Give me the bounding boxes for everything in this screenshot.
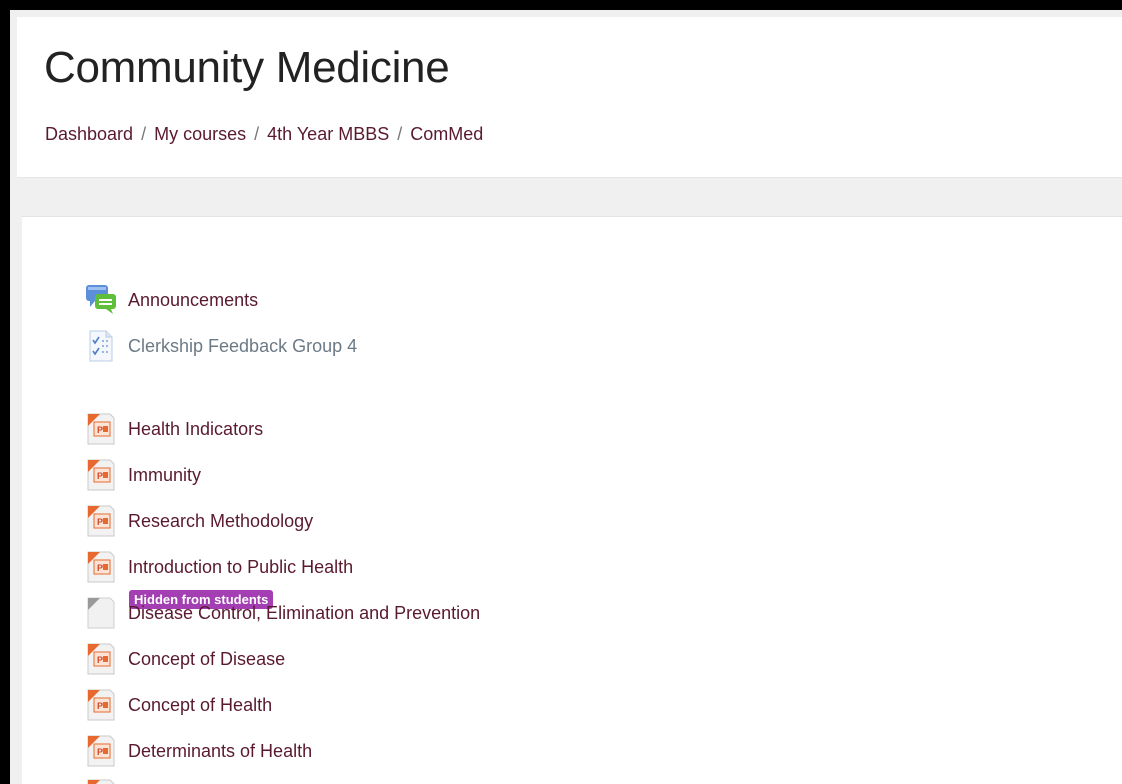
activity-label[interactable]: Introduction to Public Health	[128, 557, 353, 578]
powerpoint-icon: P	[84, 642, 118, 676]
powerpoint-icon: P	[84, 734, 118, 768]
activity-clerkship-feedback[interactable]: Clerkship Feedback Group 4	[84, 329, 357, 363]
feedback-icon	[84, 329, 118, 363]
activity-label[interactable]: Determinants of Health	[128, 741, 312, 762]
activity-immunity[interactable]: P Immunity	[84, 458, 201, 492]
activity-partial-next[interactable]	[84, 778, 118, 784]
svg-text:P: P	[97, 425, 103, 435]
activity-announcements[interactable]: Announcements	[84, 283, 258, 317]
activity-research-methodology[interactable]: P Research Methodology	[84, 504, 313, 538]
activity-label[interactable]: Health Indicators	[128, 419, 263, 440]
page-frame: Community Medicine Dashboard / My course…	[10, 10, 1122, 784]
activity-intro-public-health[interactable]: P Introduction to Public Health	[84, 550, 353, 584]
powerpoint-icon: P	[84, 504, 118, 538]
activity-concept-of-disease[interactable]: P Concept of Disease	[84, 642, 285, 676]
breadcrumb-4th-year-mbbs[interactable]: 4th Year MBBS	[267, 124, 389, 145]
breadcrumb-separator: /	[397, 124, 403, 144]
breadcrumb-commed[interactable]: ComMed	[410, 124, 483, 145]
svg-text:P: P	[97, 655, 103, 665]
svg-text:P: P	[97, 471, 103, 481]
svg-text:P: P	[97, 747, 103, 757]
breadcrumb-separator: /	[141, 124, 147, 144]
activity-disease-control[interactable]: Disease Control, Elimination and Prevent…	[84, 596, 480, 630]
activity-label[interactable]: Research Methodology	[128, 511, 313, 532]
page-header: Community Medicine Dashboard / My course…	[17, 17, 1122, 178]
activity-label[interactable]: Clerkship Feedback Group 4	[128, 336, 357, 357]
powerpoint-icon	[84, 778, 118, 784]
powerpoint-icon: P	[84, 412, 118, 446]
activity-label[interactable]: Disease Control, Elimination and Prevent…	[128, 603, 480, 624]
powerpoint-icon: P	[84, 550, 118, 584]
breadcrumb-dashboard[interactable]: Dashboard	[45, 124, 133, 145]
breadcrumb-separator: /	[254, 124, 260, 144]
activity-determinants-of-health[interactable]: P Determinants of Health	[84, 734, 312, 768]
forum-icon	[84, 283, 118, 317]
svg-text:P: P	[97, 563, 103, 573]
activity-label[interactable]: Concept of Disease	[128, 649, 285, 670]
file-icon	[84, 596, 118, 630]
svg-text:P: P	[97, 517, 103, 527]
activity-label[interactable]: Announcements	[128, 290, 258, 311]
svg-text:P: P	[97, 701, 103, 711]
breadcrumb-my-courses[interactable]: My courses	[154, 124, 246, 145]
powerpoint-icon: P	[84, 688, 118, 722]
powerpoint-icon: P	[84, 458, 118, 492]
activity-label[interactable]: Concept of Health	[128, 695, 272, 716]
page-title: Community Medicine	[44, 43, 450, 92]
course-content: Announcements Clerkship Feedback Group 4…	[22, 216, 1122, 784]
activity-concept-of-health[interactable]: P Concept of Health	[84, 688, 272, 722]
breadcrumb: Dashboard / My courses / 4th Year MBBS /…	[45, 124, 483, 145]
activity-label[interactable]: Immunity	[128, 465, 201, 486]
activity-health-indicators[interactable]: P Health Indicators	[84, 412, 263, 446]
